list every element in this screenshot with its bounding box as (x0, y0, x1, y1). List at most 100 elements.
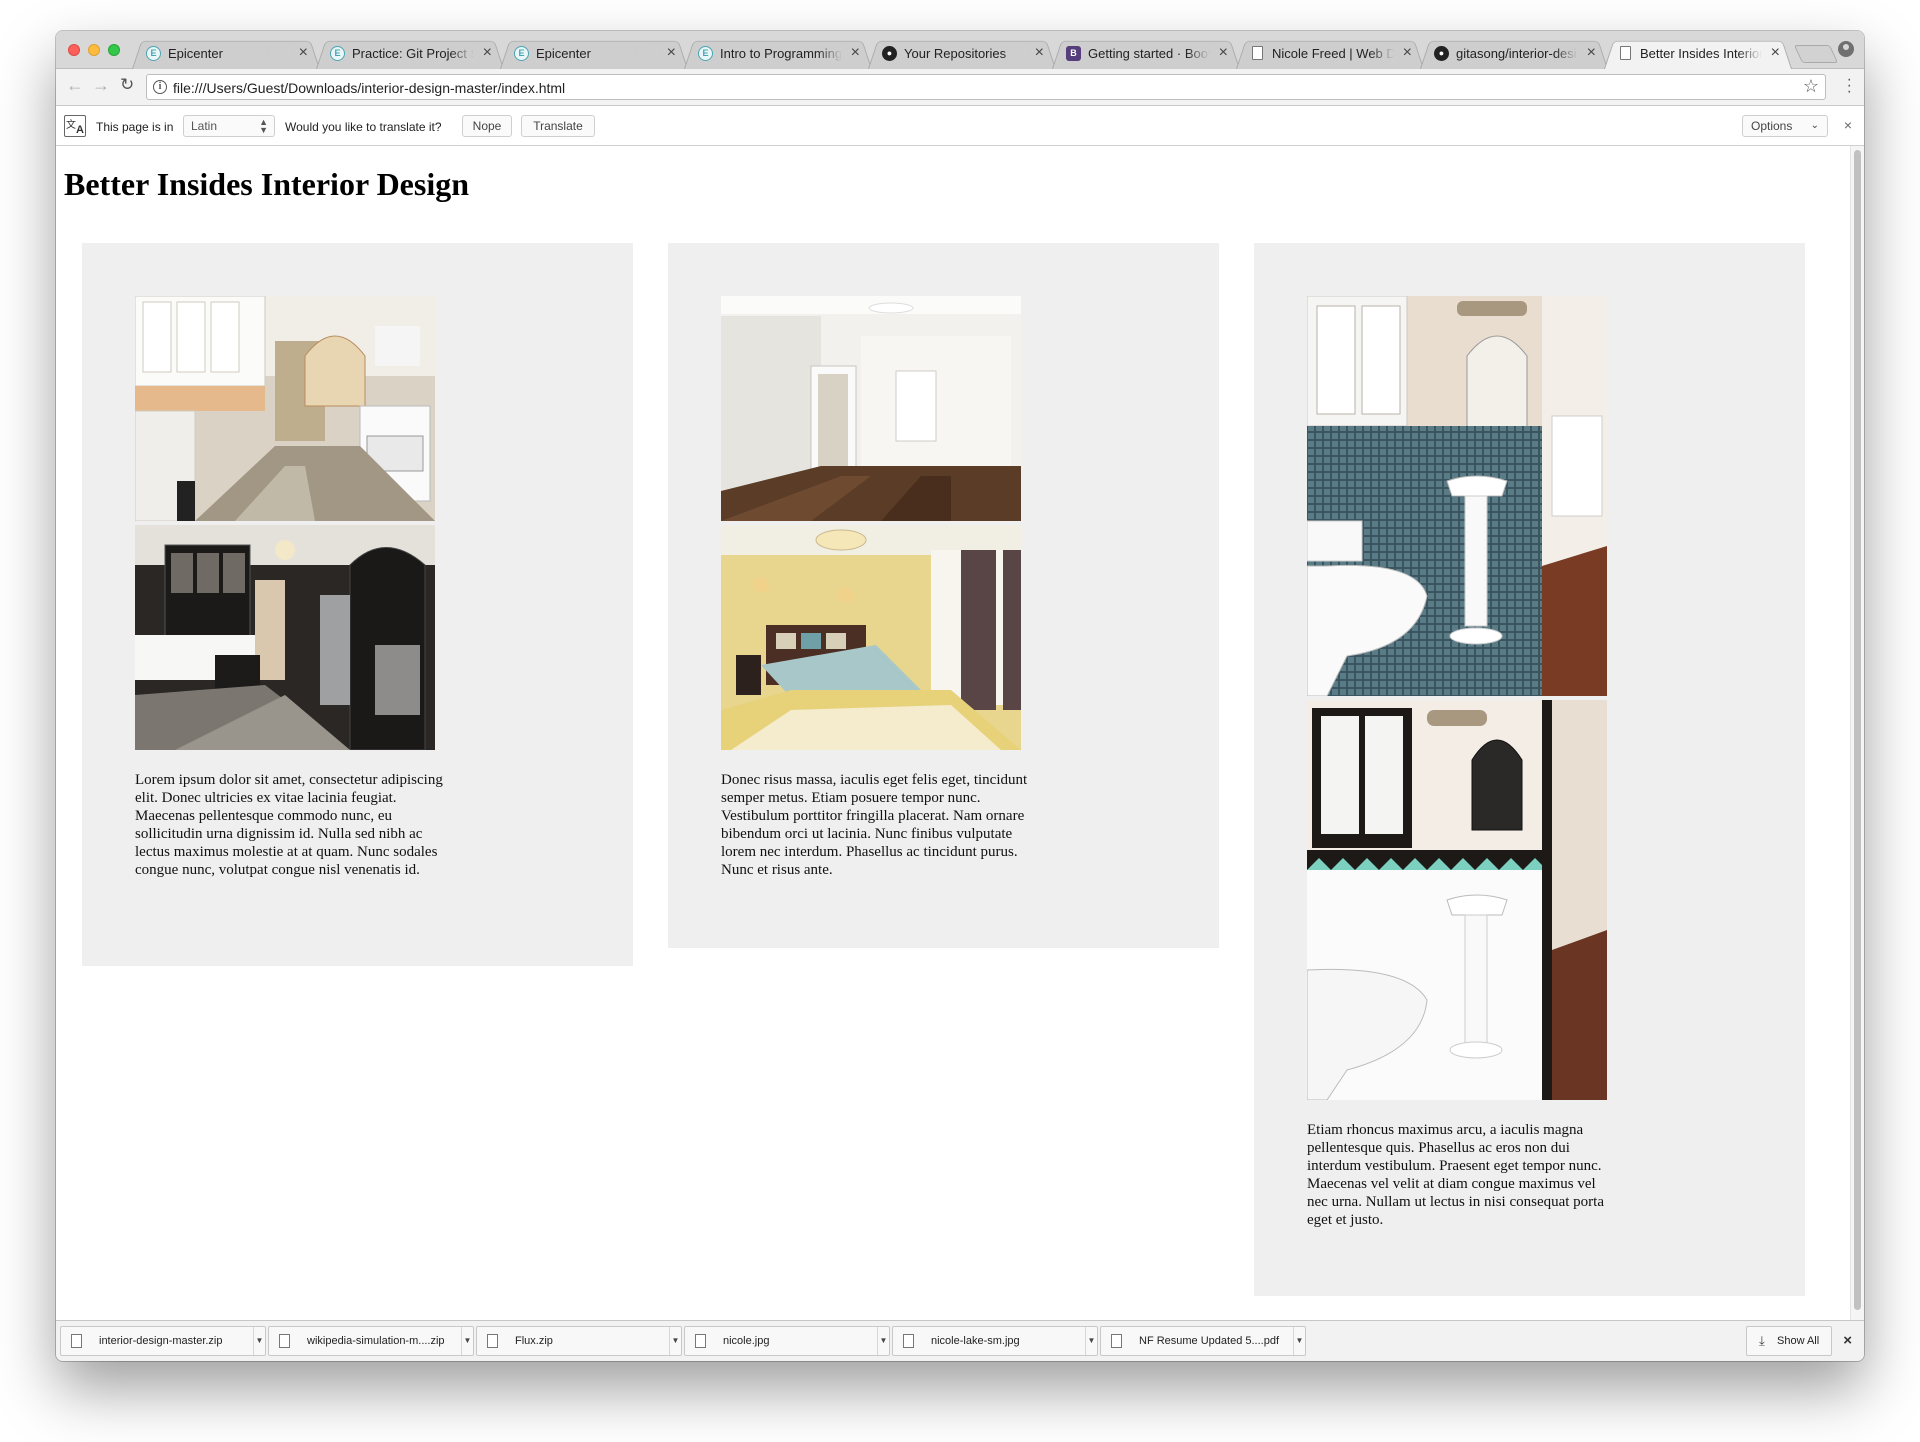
tab-label: Epicenter (536, 46, 658, 61)
document-icon (1252, 46, 1263, 60)
tab-strip: E Epicenter × E Practice: Git Project Se… (56, 31, 1864, 69)
close-icon[interactable]: × (1587, 44, 1596, 62)
bedroom-photo-furnished (721, 525, 1021, 750)
url-text[interactable]: file:///Users/Guest/Downloads/interior-d… (173, 80, 565, 96)
tab-label: Intro to Programming (720, 46, 842, 61)
page-viewport: Better Insides Interior Design Lorem ips… (56, 146, 1864, 1320)
download-item[interactable]: interior-design-master.zip ▼ (60, 1326, 266, 1356)
browser-toolbar: ← → ↻ i file:///Users/Guest/Downloads/in… (56, 69, 1864, 106)
tab-epicenter-2[interactable]: E Epicenter × (500, 37, 688, 69)
translate-button[interactable]: Translate (521, 115, 595, 137)
pdf-file-icon (1111, 1334, 1122, 1348)
reload-icon[interactable]: ↻ (120, 75, 134, 95)
caret-down-icon[interactable]: ▼ (253, 1327, 265, 1355)
download-filename: Flux.zip (515, 1335, 553, 1347)
nope-button[interactable]: Nope (462, 115, 512, 137)
github-icon: ● (882, 46, 897, 61)
browser-window: E Epicenter × E Practice: Git Project Se… (56, 31, 1864, 1361)
epicenter-icon: E (514, 46, 529, 61)
tab-better-insides[interactable]: Better Insides Interior D × (1604, 37, 1792, 69)
tab-label: Your Repositories (904, 46, 1026, 61)
image-file-icon (903, 1334, 914, 1348)
gallery-card-3: Etiam rhoncus maximus arcu, a iaculis ma… (1254, 243, 1805, 1296)
tab-label: Epicenter (168, 46, 290, 61)
close-icon[interactable]: × (483, 44, 492, 62)
tab-gitasong-repo[interactable]: ● gitasong/interior-desig × (1420, 37, 1608, 69)
close-icon[interactable]: × (851, 44, 860, 62)
epicenter-icon: E (330, 46, 345, 61)
show-all-label: Show All (1777, 1335, 1820, 1347)
caret-down-icon[interactable]: ▼ (877, 1327, 889, 1355)
tab-bootstrap[interactable]: B Getting started · Boots × (1052, 37, 1240, 69)
show-all-button[interactable]: ⤓ Show All (1746, 1326, 1832, 1356)
download-filename: interior-design-master.zip (99, 1335, 223, 1347)
new-tab-button[interactable] (1793, 45, 1839, 63)
options-label: Options (1751, 119, 1793, 133)
download-item[interactable]: NF Resume Updated 5....pdf ▼ (1100, 1326, 1306, 1356)
chevron-updown-icon: ▲ ▼ (259, 117, 268, 135)
tab-label: Practice: Git Project Se (352, 46, 474, 61)
info-icon[interactable]: i (153, 80, 167, 94)
kitchen-photo-2 (135, 525, 435, 750)
download-filename: nicole.jpg (723, 1335, 770, 1347)
tab-label: Nicole Freed | Web De (1272, 46, 1394, 61)
zoom-window-button[interactable] (108, 44, 120, 56)
close-icon[interactable]: × (667, 44, 676, 62)
download-item[interactable]: Flux.zip ▼ (476, 1326, 682, 1356)
file-icon (71, 1334, 82, 1348)
tab-intro-programming[interactable]: E Intro to Programming × (684, 37, 872, 69)
language-value: Latin (191, 119, 218, 133)
tab-practice-git[interactable]: E Practice: Git Project Se × (316, 37, 504, 69)
scrollbar-thumb[interactable] (1854, 150, 1861, 1310)
download-icon: ⤓ (1759, 1333, 1765, 1348)
tab-nicole-freed[interactable]: Nicole Freed | Web De × (1236, 37, 1424, 69)
download-item[interactable]: nicole.jpg ▼ (684, 1326, 890, 1356)
github-icon: ● (1434, 46, 1449, 61)
forward-arrow-icon[interactable]: → (92, 75, 110, 96)
close-icon[interactable]: × (1843, 1332, 1852, 1349)
caret-down-icon[interactable]: ▼ (1293, 1327, 1305, 1355)
download-filename: NF Resume Updated 5....pdf (1139, 1335, 1280, 1347)
tab-label: Getting started · Boots (1088, 46, 1210, 61)
card-description-1: Lorem ipsum dolor sit amet, consectetur … (135, 772, 443, 878)
close-window-button[interactable] (68, 44, 80, 56)
close-icon[interactable]: × (299, 44, 308, 62)
bootstrap-icon: B (1066, 46, 1081, 61)
epicenter-icon: E (146, 46, 161, 61)
language-select[interactable]: Latin ▲ ▼ (183, 115, 275, 137)
caret-down-icon[interactable]: ▼ (1085, 1327, 1097, 1355)
tab-epicenter-1[interactable]: E Epicenter × (132, 37, 320, 69)
tab-your-repositories[interactable]: ● Your Repositories × (868, 37, 1056, 69)
bookmark-star-icon[interactable]: ☆ (1803, 76, 1819, 97)
bathroom-photo-blue-tile (1307, 296, 1607, 696)
bathroom-photo-white-tile (1307, 700, 1607, 1100)
tab-label: Better Insides Interior D (1640, 46, 1762, 61)
menu-dots-icon[interactable]: · · · (1847, 72, 1852, 100)
close-icon[interactable]: × (1844, 117, 1852, 133)
close-icon[interactable]: × (1219, 44, 1228, 62)
epicenter-icon: E (698, 46, 713, 61)
options-dropdown[interactable]: Options ⌄ (1742, 115, 1828, 137)
download-filename: nicole-lake-sm.jpg (931, 1335, 1020, 1347)
chevron-down-icon: ⌄ (1810, 120, 1819, 131)
document-icon (1620, 46, 1631, 60)
address-bar[interactable]: i file:///Users/Guest/Downloads/interior… (146, 74, 1826, 100)
kitchen-photo-1 (135, 296, 435, 521)
download-filename: wikipedia-simulation-m....zip (307, 1335, 445, 1347)
tab-label: gitasong/interior-desig (1456, 46, 1578, 61)
gallery-card-2: Donec risus massa, iaculis eget felis eg… (668, 243, 1219, 948)
minimize-window-button[interactable] (88, 44, 100, 56)
caret-down-icon[interactable]: ▼ (669, 1327, 681, 1355)
card-description-3: Etiam rhoncus maximus arcu, a iaculis ma… (1307, 1122, 1605, 1228)
image-file-icon (695, 1334, 706, 1348)
caret-down-icon[interactable]: ▼ (461, 1327, 473, 1355)
close-icon[interactable]: × (1035, 44, 1044, 62)
close-icon[interactable]: × (1771, 44, 1780, 62)
download-item[interactable]: nicole-lake-sm.jpg ▼ (892, 1326, 1098, 1356)
close-icon[interactable]: × (1403, 44, 1412, 62)
file-icon (279, 1334, 290, 1348)
profile-icon[interactable] (1838, 41, 1854, 57)
back-arrow-icon[interactable]: ← (66, 75, 84, 96)
vertical-scrollbar[interactable] (1850, 146, 1864, 1320)
download-item[interactable]: wikipedia-simulation-m....zip ▼ (268, 1326, 474, 1356)
